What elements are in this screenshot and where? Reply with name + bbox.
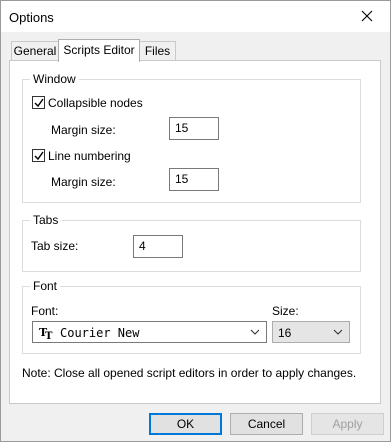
checkmark-icon	[34, 151, 44, 161]
collapsible-nodes-checkbox[interactable]	[32, 96, 45, 109]
tab-general[interactable]: General	[11, 41, 59, 60]
close-button[interactable]	[345, 1, 390, 32]
truetype-font-icon: T T	[39, 326, 53, 339]
size-select[interactable]: 16	[272, 321, 350, 343]
tab-size-label: Tab size:	[31, 239, 79, 253]
tab-strip: General Scripts Editor Files	[9, 39, 381, 62]
tab-files[interactable]: Files	[139, 41, 176, 60]
font-group-legend: Font	[30, 279, 61, 293]
options-dialog: Options General Scripts Editor Files Win…	[0, 0, 391, 442]
tab-size-input[interactable]: 4	[133, 235, 183, 258]
close-icon	[361, 10, 373, 22]
svg-text:T: T	[45, 331, 53, 339]
window-group: Window Collapsible nodes Margin size: 15…	[22, 72, 361, 203]
size-value: 16	[278, 326, 292, 340]
font-group: Font Font: Size: T T Courier New 16	[22, 279, 361, 354]
font-combobox[interactable]: T T Courier New	[32, 321, 267, 343]
chevron-down-icon	[250, 329, 260, 335]
line-numbering-checkbox[interactable]	[32, 149, 45, 162]
chevron-down-icon	[333, 329, 343, 335]
numbering-margin-input[interactable]: 15	[169, 168, 219, 191]
font-label: Font:	[31, 304, 59, 318]
size-label: Size:	[272, 304, 299, 318]
window-group-legend: Window	[30, 72, 79, 86]
note-text: Note: Close all opened script editors in…	[22, 366, 357, 380]
tabs-group-legend: Tabs	[30, 213, 62, 227]
collapsible-margin-input[interactable]: 15	[169, 117, 219, 140]
title-bar: Options	[1, 1, 390, 32]
collapsible-margin-label: Margin size:	[51, 123, 116, 137]
line-numbering-label[interactable]: Line numbering	[48, 149, 131, 163]
checkmark-icon	[34, 98, 44, 108]
ok-button[interactable]: OK	[149, 413, 222, 435]
apply-button[interactable]: Apply	[311, 413, 384, 435]
collapsible-nodes-label[interactable]: Collapsible nodes	[48, 96, 143, 110]
numbering-margin-label: Margin size:	[51, 175, 116, 189]
tabs-group: Tabs Tab size: 4	[22, 213, 361, 272]
tab-scripts-editor[interactable]: Scripts Editor	[58, 39, 140, 62]
cancel-button[interactable]: Cancel	[230, 413, 303, 435]
window-title: Options	[9, 10, 54, 25]
tab-panel: Window Collapsible nodes Margin size: 15…	[9, 60, 381, 404]
font-value: Courier New	[60, 326, 140, 340]
